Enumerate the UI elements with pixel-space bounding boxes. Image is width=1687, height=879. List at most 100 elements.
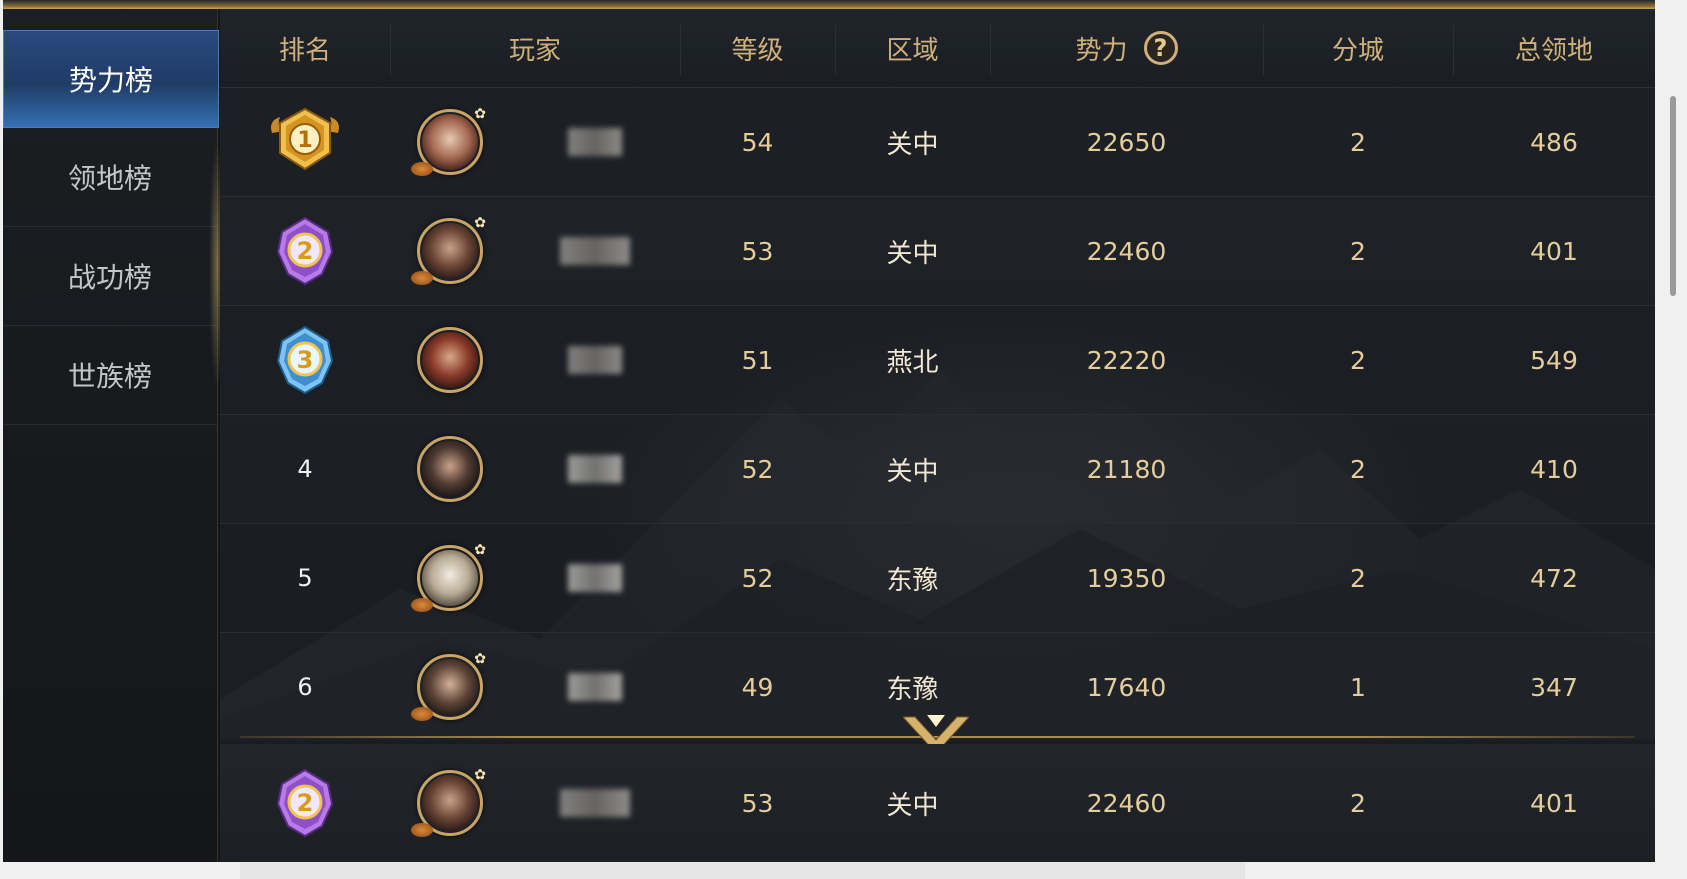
sidebar-item-power-ranking[interactable]: 势力榜 [3,30,219,128]
player-name-blurred [560,237,630,265]
branch-cities-cell: 1 [1350,672,1366,702]
svg-text:1: 1 [297,128,312,153]
table-row[interactable]: 4 52 关中 21180 2 410 [220,415,1655,524]
background-strip [240,862,1245,879]
avatar[interactable]: ✿ [411,651,486,721]
branch-cities-cell: 2 [1350,563,1366,593]
total-territory-cell: 347 [1530,672,1578,702]
player-name-blurred [568,346,622,374]
player-name-cell[interactable] [510,197,680,305]
player-name-blurred [568,455,622,483]
rank-cell: 6 [297,673,313,701]
branch-cities-cell: 2 [1350,788,1366,818]
player-name-cell[interactable] [510,306,680,414]
total-territory-cell: 472 [1530,563,1578,593]
sidebar-item-territory-ranking[interactable]: 领地榜 [3,128,217,227]
player-name-cell[interactable] [510,415,680,523]
column-header-branch-cities: 分城 [1331,35,1384,66]
sidebar-item-label: 战功榜 [67,261,152,294]
branch-cities-cell: 2 [1350,236,1366,266]
flower-icon: ✿ [474,651,486,667]
player-avatar-cell: ✿ [390,524,510,632]
leaderboard-sidebar: 势力榜 领地榜 战功榜 世族榜 [3,9,219,862]
svg-text:3: 3 [297,346,314,374]
total-territory-cell: 549 [1530,345,1578,375]
rank-2-medal-icon: 2 [276,768,334,838]
rank-2-medal-icon: 2 [276,216,334,286]
rank-cell: 3 [220,306,390,414]
table-row[interactable]: 5 ✿ 52 东豫 19350 2 472 [220,524,1655,633]
player-name-blurred [560,789,630,817]
player-avatar-cell [390,415,510,523]
ranking-table: 排名 玩家 等级 区域 势力 ? 分城 总领地 1 ✿ 54 关中 22650 … [220,9,1655,862]
sidebar-item-label: 世族榜 [67,360,152,393]
avatar[interactable] [417,436,483,502]
avatar[interactable]: ✿ [411,106,486,176]
region-cell: 关中 [886,456,939,487]
leaf-icon [411,271,433,285]
avatar[interactable] [417,327,483,393]
level-cell: 49 [741,672,774,702]
table-header: 排名 玩家 等级 区域 势力 ? 分城 总领地 [220,9,1655,88]
table-row[interactable]: 1 ✿ 54 关中 22650 2 486 [220,88,1655,197]
power-cell: 17640 [1086,672,1167,702]
leaderboard-window: 势力榜 领地榜 战功榜 世族榜 排名 玩家 等级 区域 势力 ? 分城 总领地 … [3,0,1655,862]
rank-1-medal-icon: 1 [271,107,339,171]
flower-icon: ✿ [474,767,486,783]
region-cell: 关中 [886,790,939,821]
branch-cities-cell: 2 [1350,345,1366,375]
region-cell: 关中 [886,238,939,269]
level-cell: 53 [741,788,774,818]
player-name-blurred [568,564,622,592]
power-cell: 22650 [1086,127,1167,157]
sidebar-item-label: 势力榜 [68,64,153,97]
table-row[interactable]: 3 51 燕北 22220 2 549 [220,306,1655,415]
column-header-power-label: 势力 [1075,35,1128,66]
window-top-border [3,0,1655,9]
sidebar-item-clan-ranking[interactable]: 世族榜 [3,326,217,425]
player-avatar-cell: ✿ [390,744,510,862]
flower-icon: ✿ [474,106,486,122]
column-header-total-territory: 总领地 [1514,35,1593,66]
player-name-blurred [568,673,622,701]
column-header-region: 区域 [886,35,939,66]
sidebar-item-merit-ranking[interactable]: 战功榜 [3,227,217,326]
region-cell: 东豫 [886,565,939,596]
leaf-icon [411,707,433,721]
rank-cell: 1 [220,88,390,196]
player-avatar-cell: ✿ [390,633,510,741]
power-cell: 22460 [1086,788,1167,818]
region-cell: 燕北 [886,347,939,378]
branch-cities-cell: 2 [1350,454,1366,484]
flower-icon: ✿ [474,215,486,231]
rank-3-medal-icon: 3 [276,325,334,395]
player-name-cell[interactable] [510,744,680,862]
power-cell: 19350 [1086,563,1167,593]
player-name-cell[interactable] [510,88,680,196]
column-header-rank: 排名 [278,35,331,66]
total-territory-cell: 401 [1530,236,1578,266]
leaf-icon [411,162,433,176]
rank-cell: 2 [220,197,390,305]
avatar[interactable]: ✿ [411,767,486,837]
my-ranking-row[interactable]: 2 ✿ 53 关中 22460 2 401 [220,744,1655,862]
rank-cell: 4 [297,455,313,483]
leaf-icon [411,823,433,837]
svg-text:2: 2 [297,237,314,265]
rank-cell: 2 [220,744,390,862]
player-name-cell[interactable] [510,633,680,741]
table-row[interactable]: 2 ✿ 53 关中 22460 2 401 [220,197,1655,306]
level-cell: 54 [741,127,774,157]
power-cell: 21180 [1086,454,1167,484]
question-mark-icon[interactable]: ? [1143,31,1178,65]
total-territory-cell: 486 [1530,127,1578,157]
level-cell: 51 [741,345,774,375]
background-scrollbar[interactable] [1670,96,1676,296]
level-cell: 52 [741,454,774,484]
total-territory-cell: 401 [1530,788,1578,818]
avatar[interactable]: ✿ [411,215,486,285]
avatar[interactable]: ✿ [411,542,486,612]
column-header-player: 玩家 [508,35,561,66]
region-cell: 关中 [886,129,939,160]
player-name-cell[interactable] [510,524,680,632]
